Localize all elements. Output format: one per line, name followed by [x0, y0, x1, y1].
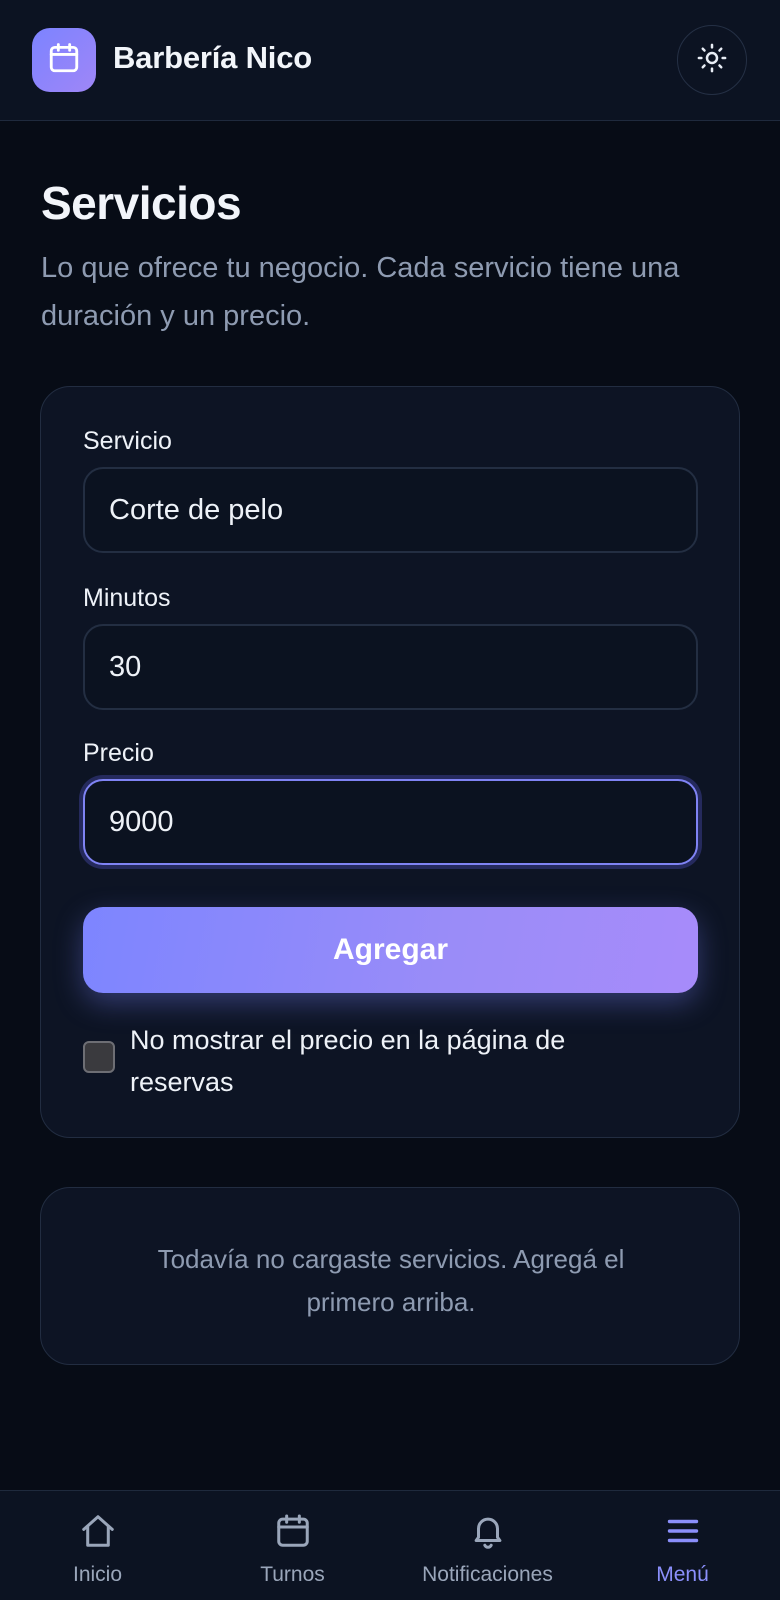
nav-item-notificaciones[interactable]: Notificaciones	[390, 1491, 585, 1600]
services-empty-state: Todavía no cargaste servicios. Agregá el…	[40, 1187, 740, 1365]
service-name-input[interactable]	[83, 467, 698, 553]
minutes-label: Minutos	[83, 584, 171, 612]
service-label: Servicio	[83, 427, 172, 455]
hide-price-checkbox[interactable]	[83, 1041, 115, 1073]
brand-name: Barbería Nico	[113, 40, 312, 75]
top-bar: Barbería Nico	[0, 0, 780, 121]
add-service-button[interactable]: Agregar	[83, 907, 698, 993]
sun-icon	[697, 43, 727, 78]
bell-icon	[468, 1511, 508, 1551]
service-form-card: Servicio Minutos Precio Agregar No mostr…	[40, 386, 740, 1138]
page-title: Servicios	[41, 177, 242, 229]
page-subtitle: Lo que ofrece tu negocio. Cada servicio …	[41, 252, 680, 332]
nav-item-turnos[interactable]: Turnos	[195, 1491, 390, 1600]
minutes-input[interactable]	[83, 624, 698, 710]
app: Barbería Nico Servicios Lo que ofrece tu…	[0, 0, 780, 1600]
price-input[interactable]	[83, 779, 698, 865]
home-icon	[78, 1511, 118, 1551]
menu-icon	[663, 1511, 703, 1551]
theme-toggle-button[interactable]	[677, 25, 747, 95]
empty-state-text: Todavía no cargaste servicios. Agregá el…	[157, 1244, 625, 1317]
hide-price-label[interactable]: No mostrar el precio en la página de res…	[130, 1019, 650, 1103]
nav-label: Inicio	[72, 1563, 123, 1586]
bottom-nav: Inicio Turnos Notificaciones Menú	[0, 1490, 780, 1600]
nav-label: Turnos	[260, 1563, 325, 1586]
nav-label: Menú	[656, 1563, 709, 1586]
price-label: Precio	[83, 739, 154, 767]
nav-label: Notificaciones	[422, 1563, 553, 1586]
brand-logo	[32, 28, 96, 92]
calendar-icon	[273, 1511, 313, 1551]
nav-item-inicio[interactable]: Inicio	[0, 1491, 195, 1600]
nav-item-menu[interactable]: Menú	[585, 1491, 780, 1600]
calendar-icon	[47, 41, 81, 80]
